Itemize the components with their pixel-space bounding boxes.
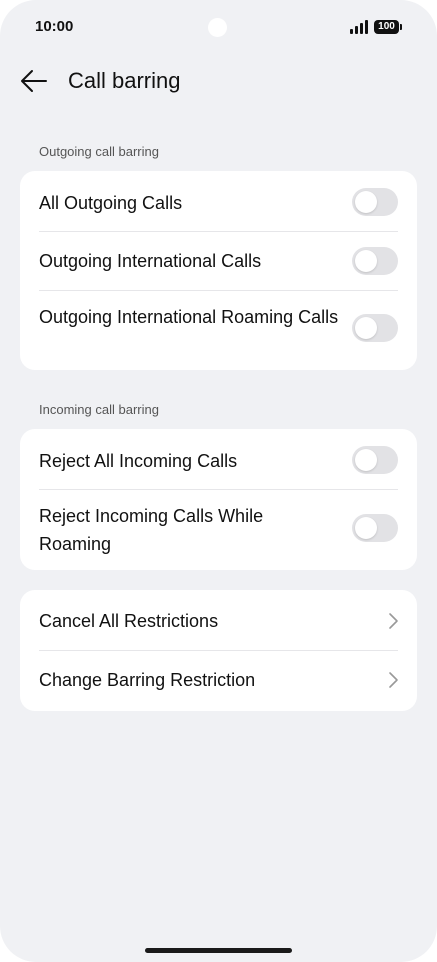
row-reject-incoming-calls-while-roaming[interactable]: Reject Incoming Calls While Roaming bbox=[20, 490, 417, 570]
row-label: Reject Incoming Calls While Roaming bbox=[39, 506, 264, 554]
row-label: Reject All Incoming Calls bbox=[39, 451, 238, 471]
chevron-right-icon bbox=[389, 672, 398, 688]
toggle-reject-incoming-calls-while-roaming[interactable] bbox=[352, 514, 398, 542]
row-label: Change Barring Restriction bbox=[39, 670, 256, 690]
toggle-reject-all-incoming-calls[interactable] bbox=[352, 446, 398, 474]
row-outgoing-international-calls[interactable]: Outgoing International Calls bbox=[20, 232, 417, 291]
incoming-card: Reject All Incoming Calls Reject Incomin… bbox=[20, 429, 417, 570]
row-label: All Outgoing Calls bbox=[39, 193, 183, 213]
chevron-right-icon bbox=[389, 613, 398, 629]
actions-card: Cancel All Restrictions Change Barring R… bbox=[20, 590, 417, 711]
outgoing-card: All Outgoing Calls Outgoing Internationa… bbox=[20, 171, 417, 370]
home-indicator[interactable] bbox=[145, 948, 292, 953]
status-time: 10:00 bbox=[35, 18, 74, 35]
row-outgoing-international-roaming-calls[interactable]: Outgoing International Roaming Calls bbox=[20, 291, 417, 370]
row-label: Cancel All Restrictions bbox=[39, 611, 219, 631]
row-change-barring-restriction[interactable]: Change Barring Restriction bbox=[20, 651, 417, 711]
toggle-outgoing-international-roaming-calls[interactable] bbox=[352, 314, 398, 342]
row-label: Outgoing International Calls bbox=[39, 251, 262, 271]
section-label-incoming: Incoming call barring bbox=[39, 402, 159, 417]
page-title: Call barring bbox=[68, 68, 181, 93]
phone-screen: 10:00 100 Call barring Outgoing call bar… bbox=[0, 0, 437, 962]
battery-icon: 100 bbox=[374, 20, 399, 34]
battery-tip bbox=[400, 24, 402, 30]
signal-icon bbox=[350, 20, 369, 34]
section-label-outgoing: Outgoing call barring bbox=[39, 144, 159, 159]
toggle-all-outgoing-calls[interactable] bbox=[352, 188, 398, 216]
header: Call barring bbox=[0, 58, 437, 104]
row-reject-all-incoming-calls[interactable]: Reject All Incoming Calls bbox=[20, 429, 417, 489]
toggle-outgoing-international-calls[interactable] bbox=[352, 247, 398, 275]
row-all-outgoing-calls[interactable]: All Outgoing Calls bbox=[20, 171, 417, 232]
camera-cutout bbox=[208, 18, 227, 37]
back-arrow-icon[interactable] bbox=[18, 66, 50, 96]
status-bar: 10:00 100 bbox=[0, 0, 437, 56]
row-cancel-all-restrictions[interactable]: Cancel All Restrictions bbox=[20, 590, 417, 650]
row-label: Outgoing International Roaming Calls bbox=[39, 307, 339, 327]
